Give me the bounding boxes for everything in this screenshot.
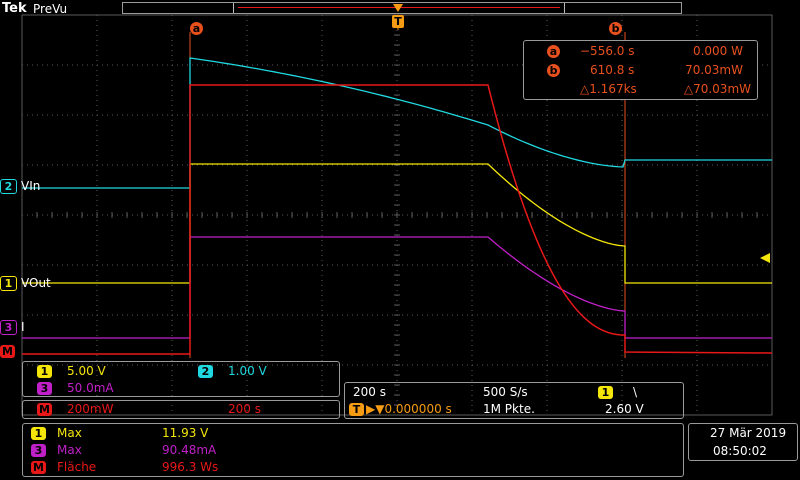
cursor-b-badge: b — [547, 64, 560, 77]
cursor-b-marker[interactable]: b — [609, 22, 622, 35]
measurement-source-badge: M — [31, 461, 46, 474]
ch2-scale-badge: 2 — [198, 365, 213, 378]
measurement-source-badge: 1 — [31, 427, 46, 440]
vertical-scale-panel[interactable]: 1 5.00 V 2 1.00 V 3 50.0mA — [22, 361, 340, 397]
ch1-marker-label: VOut — [21, 276, 51, 290]
ch2-marker-label: VIn — [21, 179, 41, 193]
waveform-ch3-current — [22, 236, 772, 339]
sample-rate: 500 S/s — [483, 385, 528, 399]
measurement-row[interactable]: 3 Max 90.48mA — [23, 443, 683, 459]
horizontal-scale: 200 s — [353, 385, 386, 399]
measurement-name: Fläche — [57, 460, 97, 474]
measurements-panel[interactable]: 1 Max 11.93 V 3 Max 90.48mA M Fläche 996… — [22, 423, 684, 477]
measurement-value: 996.3 Ws — [162, 460, 219, 474]
cursor-a-marker[interactable]: a — [190, 22, 203, 35]
measurement-value: 90.48mA — [162, 443, 217, 457]
trigger-t-icon: T — [392, 15, 404, 28]
math-scale-badge: M — [37, 403, 52, 416]
trigger-slope-icon: \ — [633, 385, 638, 399]
ch2-scale: 1.00 V — [228, 364, 267, 378]
cursor-b-time: 610.8 s — [590, 63, 635, 77]
oscilloscope-screen: Tek PreVu a b T a b −556.0 s 0.000 W 610… — [0, 0, 800, 480]
cursor-delta-value: △70.03mW — [683, 82, 751, 96]
time: 08:50:02 — [713, 444, 767, 458]
trigger-level: 2.60 V — [605, 402, 644, 416]
math-timescale: 200 s — [228, 402, 261, 416]
measurement-name: Max — [57, 426, 82, 440]
cursor-b-value: 70.03mW — [685, 63, 743, 77]
cursor-a-badge: a — [547, 45, 560, 58]
ch3-scale: 50.0mA — [67, 381, 114, 395]
measurement-value: 11.93 V — [162, 426, 209, 440]
datetime-panel[interactable]: 27 Mär 2019 08:50:02 — [688, 423, 798, 461]
trigger-position: ▶▼0.000000 s — [366, 402, 452, 416]
timebase-trigger-panel[interactable]: 200 s 500 S/s 1 \ T ▶▼0.000000 s 1M Pkte… — [344, 382, 684, 419]
trigger-position-icon: T — [349, 403, 364, 416]
measurement-row[interactable]: M Fläche 996.3 Ws — [23, 460, 683, 476]
trigger-position-marker[interactable]: T — [392, 4, 404, 28]
trigger-arrow-icon — [393, 4, 403, 12]
cursor-readout-panel: a b −556.0 s 0.000 W 610.8 s 70.03mW △1.… — [523, 40, 758, 100]
record-length: 1M Pkte. — [483, 402, 535, 416]
ch3-scale-badge: 3 — [37, 382, 52, 395]
trigger-source-badge: 1 — [598, 386, 613, 399]
ch3-marker-label: I — [21, 320, 25, 334]
ch1-scale: 5.00 V — [67, 364, 106, 378]
ch1-scale-badge: 1 — [37, 365, 52, 378]
date: 27 Mär 2019 — [710, 426, 787, 440]
measurement-row[interactable]: 1 Max 11.93 V — [23, 426, 683, 442]
measurement-name: Max — [57, 443, 82, 457]
math-scale: 200mW — [67, 402, 114, 416]
cursor-a-time: −556.0 s — [580, 44, 635, 58]
cursor-delta-time: △1.167ks — [580, 82, 637, 96]
trigger-level-arrow[interactable] — [760, 253, 770, 263]
ch2-marker-badge: 2 — [0, 179, 17, 194]
ch1-marker-badge: 1 — [0, 276, 17, 291]
cursor-a-value: 0.000 W — [692, 44, 743, 58]
measurement-source-badge: 3 — [31, 444, 46, 457]
math-marker-badge: M — [0, 345, 15, 358]
math-scale-panel[interactable]: M 200mW 200 s — [22, 400, 340, 419]
ch3-marker-badge: 3 — [0, 320, 17, 335]
